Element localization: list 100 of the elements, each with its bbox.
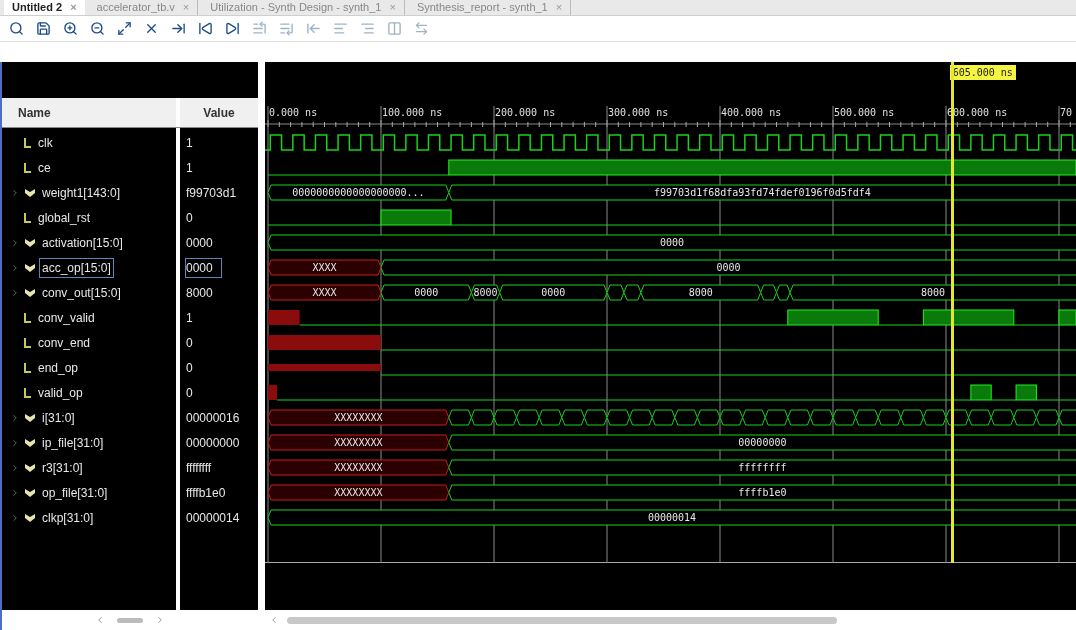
columns-icon[interactable] xyxy=(386,20,402,37)
signal-name[interactable]: conv_end xyxy=(36,333,93,352)
signal-name[interactable]: activation[15:0] xyxy=(40,233,125,252)
signal-name[interactable]: ce xyxy=(36,158,53,177)
zoom-out-icon[interactable] xyxy=(89,20,105,37)
search-icon[interactable] xyxy=(8,20,24,37)
bus-value-label: XXXXXXXX xyxy=(334,412,383,423)
scroll-left-icon[interactable] xyxy=(95,615,105,625)
time-label: 70 xyxy=(1060,106,1073,120)
bit-signal-icon xyxy=(24,212,32,223)
signal-value: ffffffff xyxy=(186,459,213,477)
tab-label: Utilization - Synth Design - synth_1 xyxy=(210,2,382,13)
bus-signal-icon xyxy=(24,262,36,273)
column-header[interactable]: Value xyxy=(180,98,258,127)
signal-name[interactable]: clk xyxy=(36,133,55,152)
signal-name[interactable]: acc_op[15:0] xyxy=(40,258,113,277)
align-right-icon[interactable] xyxy=(359,20,375,37)
signal-name[interactable]: valid_op xyxy=(36,383,85,402)
align-left-icon[interactable] xyxy=(332,20,348,37)
bus-signal-icon xyxy=(24,462,36,473)
bus-signal-icon xyxy=(24,237,36,248)
time-label: 100.000 ns xyxy=(382,106,443,120)
bus-value-label: 0000 xyxy=(414,287,439,298)
bus-value-label: 8000 xyxy=(473,287,498,298)
expand-chevron-icon[interactable] xyxy=(10,437,20,448)
signal-value: 8000 xyxy=(186,284,214,302)
arrow-left-right-icon[interactable] xyxy=(413,20,429,37)
time-label: 400.000 ns xyxy=(721,106,782,120)
signal-value: 1 xyxy=(186,309,194,327)
bit-signal-icon xyxy=(24,362,32,373)
bus-signal-icon xyxy=(24,187,36,198)
signal-value: ffffb1e0 xyxy=(186,484,227,502)
bus-value-label: XXXXXXXX xyxy=(334,462,383,473)
signal-name[interactable]: weight1[143:0] xyxy=(40,183,123,202)
zoom-in-icon[interactable] xyxy=(62,20,78,37)
signal-value: 0 xyxy=(186,359,194,377)
expand-chevron-icon[interactable] xyxy=(10,412,20,423)
signal-value: 0 xyxy=(186,384,194,402)
signal-value: 00000000 xyxy=(186,434,241,452)
bus-value-label: 0000 xyxy=(659,237,685,248)
signal-name[interactable]: conv_valid xyxy=(36,308,97,327)
signal-name[interactable]: conv_out[15:0] xyxy=(40,283,123,302)
expand-chevron-icon[interactable] xyxy=(10,262,20,273)
time-label: 0.000 ns xyxy=(269,106,318,120)
time-label: 500.000 ns xyxy=(834,106,895,120)
bit-signal-icon xyxy=(24,137,32,148)
fit-icon[interactable] xyxy=(116,20,132,37)
signal-name[interactable]: clkp[31:0] xyxy=(40,508,96,527)
expand-chevron-icon[interactable] xyxy=(10,287,20,298)
signal-name[interactable]: op_file[31:0] xyxy=(40,483,110,502)
bus-value-label: XXXXXXXX xyxy=(334,487,383,498)
scrollbar-thumb[interactable] xyxy=(287,616,837,624)
bus-signal-icon xyxy=(24,512,36,523)
tab-label: Synthesis_report - synth_1 xyxy=(416,2,548,13)
tab-label: accelerator_tb.v xyxy=(96,2,175,13)
expand-chevron-icon[interactable] xyxy=(10,187,20,198)
signal-value: f99703d1 xyxy=(186,184,238,202)
bus-value-label: ffffb1e0 xyxy=(738,487,787,498)
signal-name[interactable]: r3[31:0] xyxy=(40,458,85,477)
bus-value-label: 0000000000000000000... xyxy=(292,187,425,198)
scroll-right-icon[interactable] xyxy=(155,615,165,625)
signal-name[interactable]: global_rst xyxy=(36,208,93,227)
expand-chevron-icon[interactable] xyxy=(10,512,20,523)
time-label: 300.000 ns xyxy=(608,106,669,120)
signal-name[interactable]: i[31:0] xyxy=(40,408,77,427)
cursor-time-label: 605.000 ns xyxy=(949,65,1016,80)
bit-signal-icon xyxy=(24,337,32,348)
expand-chevron-icon[interactable] xyxy=(10,487,20,498)
tab-label: Untitled 2 xyxy=(12,2,63,13)
skip-back-icon[interactable] xyxy=(197,20,213,37)
bus-signal-icon xyxy=(24,287,36,298)
list-end-icon[interactable] xyxy=(278,20,294,37)
bus-value-label: 8000 xyxy=(921,287,946,298)
column-header[interactable]: Name xyxy=(2,98,180,127)
signal-name[interactable]: end_op xyxy=(36,358,81,377)
bus-value-label: XXXX xyxy=(312,287,337,298)
expand-chevron-icon[interactable] xyxy=(10,237,20,248)
time-label: 200.000 ns xyxy=(495,106,556,120)
bus-signal-icon xyxy=(24,487,36,498)
bus-value-label: 8000 xyxy=(688,287,713,298)
scroll-left-icon[interactable] xyxy=(269,615,279,625)
signal-name[interactable]: ip_file[31:0] xyxy=(40,433,106,452)
bus-signal-icon xyxy=(24,412,36,423)
signal-value: 0 xyxy=(186,334,194,352)
scrollbar-thumb[interactable] xyxy=(117,617,143,623)
bus-value-label: XXXXXXXX xyxy=(334,437,383,448)
bus-value-label: 0000 xyxy=(716,262,741,273)
skip-forward-icon[interactable] xyxy=(224,20,240,37)
signal-value: 0000 xyxy=(186,234,214,252)
bus-value-label: XXXX xyxy=(312,262,337,273)
signal-value: 1 xyxy=(186,159,194,177)
bus-value-label: 00000000 xyxy=(738,437,787,448)
bus-value-label: f99703d1f68dfa93fd74fdef0196f0d5fdf4 xyxy=(654,187,871,198)
list-start-icon[interactable] xyxy=(251,20,267,37)
expand-chevron-icon[interactable] xyxy=(10,462,20,473)
signal-value: 1 xyxy=(186,134,194,152)
save-icon[interactable] xyxy=(35,20,51,37)
editor-tab[interactable]: Untitled 2 × xyxy=(4,0,85,15)
bus-value-label: ffffffff xyxy=(738,462,787,473)
bit-signal-icon xyxy=(24,387,32,398)
